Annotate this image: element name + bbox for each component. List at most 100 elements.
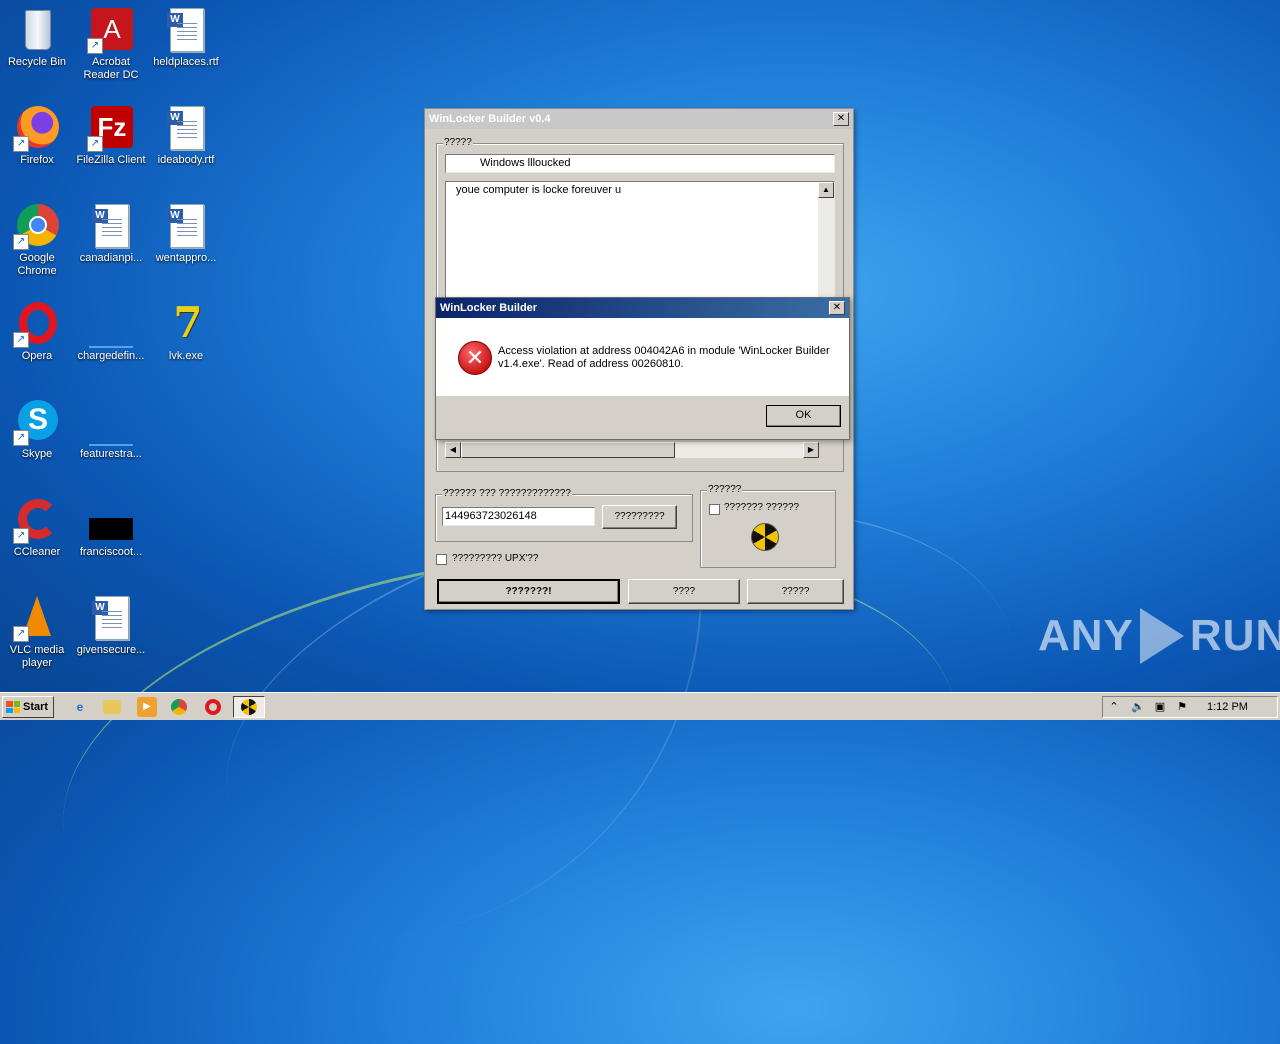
desktop-icon-givensecure[interactable]: W givensecure... [74,594,148,657]
error-dialog: WinLocker Builder ✕ ✕ Access violation a… [435,297,850,440]
desktop-icon-label: Acrobat Reader DC [83,56,139,81]
show-hidden-icons-icon[interactable]: ⌃ [1107,700,1121,714]
shortcut-arrow-icon: ↗ [13,626,29,642]
secondary-button[interactable]: ???? [628,579,740,604]
options-group-label: ?????? [707,484,743,495]
radiation-icon [751,523,779,551]
play-icon [1139,608,1184,664]
shortcut-arrow-icon: ↗ [13,234,29,250]
media-player-icon[interactable]: ▶ [137,697,157,717]
desktop-icon-chrome[interactable]: ↗ Google Chrome [0,202,74,278]
password-group-label: ?????? ??? ????????????? [442,488,572,499]
title-field[interactable]: Windows llloucked [445,154,835,173]
desktop-icon-label: heldplaces.rtf [153,56,219,68]
internet-explorer-icon[interactable]: e [70,697,90,717]
desktop-icon-recycle-bin[interactable]: Recycle Bin [0,6,74,69]
window-titlebar: WinLocker Builder v0.4 ✕ [425,109,853,129]
desktop-icon-canadianpi[interactable]: W canadianpi... [74,202,148,265]
system-tray: ⌃ 🔈 ▣ ⚑ 1:12 PM [1102,696,1278,718]
blank-file-icon [89,322,133,348]
desktop-icon-wentappro[interactable]: W wentappro... [149,202,223,265]
desktop-icon-label: givensecure... [76,644,146,656]
option-checkbox[interactable] [709,504,720,515]
desktop-icon-label: Skype [21,448,53,460]
lvk-exe-icon: 7 [173,298,203,347]
window-title: WinLocker Builder v0.4 [429,113,551,125]
desktop-icon-heldplaces[interactable]: W heldplaces.rtf [149,6,223,69]
text-group-label: ????? [443,137,473,148]
desktop-icon-label: chargedefin... [77,350,145,362]
error-message-line1: Access violation at address 004042A6 in … [498,345,830,357]
scroll-right-icon[interactable]: ▶ [803,442,819,458]
message-textarea[interactable]: youe computer is locke foreuver u [445,181,835,299]
chrome-taskbar-icon[interactable] [171,699,187,715]
desktop-icon-franciscoot[interactable]: franciscoot... [74,496,148,559]
anyrun-watermark: ANY RUN [1038,608,1280,664]
close-icon[interactable]: ✕ [833,112,849,126]
word-document-icon: W [167,106,204,150]
word-document-icon: W [92,596,129,640]
word-document-icon: W [167,8,204,52]
ok-button[interactable]: OK [766,405,841,427]
generate-button[interactable]: ????????? [602,505,677,529]
network-icon[interactable]: ▣ [1153,700,1167,714]
message-text: youe computer is locke foreuver u [456,184,622,196]
desktop-icon-filezilla[interactable]: Fz ↗ FileZilla Client [74,104,148,167]
word-document-icon: W [92,204,129,248]
opera-taskbar-icon[interactable] [205,699,221,715]
start-label: Start [23,701,49,713]
upx-checkbox[interactable] [436,554,447,565]
dialog-footer: OK [436,396,849,439]
desktop-icon-ideabody[interactable]: W ideabody.rtf [149,104,223,167]
scroll-left-icon[interactable]: ◀ [445,442,461,458]
desktop-icon-label: ideabody.rtf [157,154,215,166]
dialog-close-icon[interactable]: ✕ [829,301,845,315]
taskbar: Start e ▶ ⌃ 🔈 ▣ ⚑ 1:12 PM [0,692,1280,720]
recycle-bin-icon [25,10,51,50]
shortcut-arrow-icon: ↗ [87,38,103,54]
black-file-icon [89,518,133,540]
desktop-icon-label: lvk.exe [168,350,204,362]
shortcut-arrow-icon: ↗ [13,430,29,446]
desktop-icon-chargedefin[interactable]: chargedefin... [74,300,148,363]
tertiary-button[interactable]: ????? [747,579,844,604]
password-field[interactable]: 144963723026148 [442,507,595,526]
shortcut-arrow-icon: ↗ [13,528,29,544]
action-center-flag-icon[interactable]: ⚑ [1175,700,1189,714]
message-vertical-scrollbar[interactable]: ▲ [818,182,834,298]
desktop-icon-label: wentappro... [155,252,217,264]
volume-icon[interactable]: 🔈 [1131,700,1145,714]
scroll-thumb[interactable] [461,442,675,458]
clock[interactable]: 1:12 PM [1207,701,1248,713]
file-explorer-icon[interactable] [103,700,121,714]
scroll-up-icon[interactable]: ▲ [818,182,834,198]
dialog-body: ✕ Access violation at address 004042A6 i… [436,318,849,396]
blank-file-icon [89,420,133,446]
desktop-icon-vlc[interactable]: ↗ VLC media player [0,594,74,670]
build-button[interactable]: ???????! [437,579,620,604]
radiation-taskbar-icon [241,699,257,715]
desktop-icon-label: Opera [21,350,53,362]
desktop-icon-skype[interactable]: S ↗ Skype [0,398,74,461]
desktop-icon-label: Recycle Bin [7,56,67,68]
horizontal-scrollbar[interactable]: ◀ ▶ [445,442,819,458]
watermark-left: ANY [1038,611,1134,660]
desktop-icon-label: canadianpi... [79,252,143,264]
desktop-icon-label: CCleaner [13,546,61,558]
desktop-icon-label: VLC media player [9,644,65,669]
winlocker-taskbar-button[interactable] [233,696,265,718]
dialog-title: WinLocker Builder [440,302,538,314]
desktop-icon-label: franciscoot... [79,546,143,558]
error-icon: ✕ [458,341,492,375]
start-button[interactable]: Start [2,696,54,718]
desktop-icon-acrobat[interactable]: A ↗ Acrobat Reader DC [74,6,148,82]
upx-checkbox-label: ????????? UPX'?? [452,553,539,564]
desktop-icon-featurestra[interactable]: featurestra... [74,398,148,461]
desktop-icon-lvk[interactable]: 7 lvk.exe [149,300,223,363]
desktop-icon-opera[interactable]: ↗ Opera [0,300,74,363]
desktop-icon-firefox[interactable]: ↗ Firefox [0,104,74,167]
watermark-right: RUN [1189,611,1280,660]
desktop-icon-label: Google Chrome [17,252,57,277]
dialog-titlebar: WinLocker Builder ✕ [436,298,849,318]
desktop-icon-ccleaner[interactable]: ↗ CCleaner [0,496,74,559]
